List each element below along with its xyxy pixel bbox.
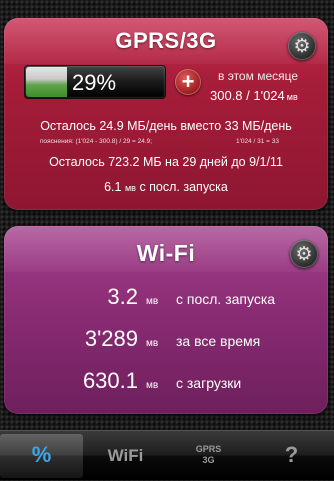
wifi-label: с загрузки	[176, 375, 242, 391]
tab-gprs-label-line1: GPRS	[195, 444, 222, 454]
gprs-card: GPRS/3G ⚙ 29% + в этом месяце 300.8 / 1'…	[4, 18, 328, 210]
wifi-value: 630.1	[82, 368, 138, 393]
wifi-value: 3'289	[84, 326, 138, 351]
month-value-text: 300.8 / 1'024	[210, 88, 285, 103]
gprs-since-launch-unit: мв	[124, 183, 136, 193]
wifi-gear-icon[interactable]: ⚙	[290, 240, 318, 268]
month-unit: мв	[286, 92, 298, 102]
tab-wifi-label: WiFi	[107, 446, 144, 465]
wifi-value: 3.2	[107, 284, 138, 309]
tab-help-label: ?	[284, 442, 299, 467]
add-traffic-plus-icon[interactable]: +	[175, 69, 201, 95]
wifi-title: Wi-Fi	[136, 240, 196, 266]
tab-percent[interactable]: %	[0, 434, 83, 478]
wifi-row-since-launch: 3.2 мв с посл. запуска	[4, 280, 328, 310]
wifi-label: с посл. запуска	[176, 291, 276, 307]
wifi-unit: мв	[146, 296, 159, 307]
wifi-row-all-time: 3'289 мв за все время	[4, 322, 328, 352]
tab-help[interactable]: ?	[250, 431, 333, 480]
wifi-unit: мв	[146, 338, 159, 349]
gprs-gear-icon[interactable]: ⚙	[288, 32, 316, 60]
wifi-card: Wi-Fi ⚙ 3.2 мв с посл. запуска 3'289 мв …	[4, 226, 328, 414]
tab-wifi[interactable]: WiFi	[84, 431, 167, 480]
gprs-since-launch: 6.1 мв с посл. запуска	[4, 180, 328, 194]
tab-percent-label: %	[31, 442, 52, 467]
wifi-row-since-boot: 630.1 мв с загрузки	[4, 364, 328, 394]
gprs-since-launch-value: 6.1	[104, 180, 122, 194]
remaining-total: Осталось 723.2 МБ на 29 дней до 9/1/11	[49, 155, 283, 169]
tab-gprs-label-line2: 3G	[202, 455, 215, 465]
gprs-usage-meter-fill	[26, 67, 67, 97]
month-label: в этом месяце	[218, 69, 299, 83]
month-value: 300.8 / 1'024 мв	[210, 88, 298, 103]
wifi-label: за все время	[176, 333, 261, 349]
wifi-unit: мв	[146, 380, 159, 391]
tab-bar: % WiFi GPRS 3G ?	[0, 430, 334, 480]
gprs-usage-percent: 29%	[72, 70, 117, 95]
gprs-since-launch-label: с посл. запуска	[139, 180, 228, 194]
gprs-title: GPRS/3G	[115, 28, 217, 53]
gprs-usage-meter: 29%	[24, 65, 166, 99]
remaining-daily: Осталось 24.9 МБ/день вместо 33 МБ/день	[40, 119, 292, 133]
tab-gprs-3g[interactable]: GPRS 3G	[167, 431, 250, 480]
explain-right: 1'024 / 31 = 33	[236, 138, 279, 145]
explain-left: пояснения: (1'024 - 300.8) / 29 = 24.9;	[40, 138, 153, 145]
